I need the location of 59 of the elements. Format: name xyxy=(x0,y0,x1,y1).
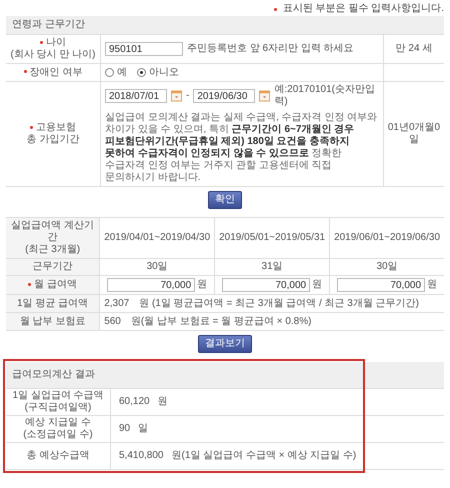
unit-text: 원 xyxy=(312,279,322,291)
section-header: 급여모의계산 결과 xyxy=(6,362,444,388)
field-label: 월 급여액 xyxy=(8,279,98,291)
radio-label: 아니오 xyxy=(149,66,179,78)
section-header: 연령과 근무기간 xyxy=(6,16,444,34)
result-value: 60,120 xyxy=(119,396,150,408)
field-label: 예상 지급일 수 xyxy=(24,417,92,429)
required-note: 표시된 부분은 필수 입력사항입니다. xyxy=(282,3,444,15)
field-label: 월 납부 보험료 xyxy=(18,316,86,328)
field-label: 고용보험 xyxy=(8,122,98,134)
formula-text: 원 (1일 평균급여액 = 최근 3개월 급여액 / 최근 3개월 근무기간) xyxy=(139,298,419,310)
radio-button[interactable] xyxy=(137,68,146,77)
notice-text: 실업급여 모의계산 결과는 실제 수급액, 수급자격 인정 여부와 차이가 있을 수 있으며, 특히 근무기간이 6~7개월인 경우 피보험단위기간(무급휴일 제외) 180일 요건을 충족하지 못하여 수급자격이 인정되지 않을 수 있으므로 정확한 수급자격 인정 여부는 거주지 관할 고용센터에 직접 문의하시기 바랍니다. xyxy=(105,112,378,184)
field-label: 총 예상수급액 xyxy=(26,450,90,462)
salary-input[interactable]: 70,000 xyxy=(337,278,426,292)
field-label: (회사 당시 만 나이) xyxy=(10,49,96,61)
calendar-icon[interactable] xyxy=(171,90,182,102)
field-label: 근무기간 xyxy=(32,261,74,273)
period-text: 2019/05/01~2019/05/31 xyxy=(219,232,326,243)
required-dot-icon xyxy=(274,8,277,10)
workdays-text: 30일 xyxy=(146,261,168,272)
start-date-input[interactable]: 2018/07/01 xyxy=(105,89,167,103)
formula-text: 원(월 납부 보험료 = 월 평균급여 × 0.8%) xyxy=(130,316,312,328)
age-result: 만 24 세 xyxy=(396,43,432,54)
salary-input[interactable]: 70,000 xyxy=(222,278,310,292)
field-label: 총 가입기간 xyxy=(26,134,80,146)
separator-text: - xyxy=(186,90,190,102)
field-label: (소정급여일 수) xyxy=(22,429,94,441)
field-label: (최근 3개월) xyxy=(24,244,82,256)
unit-text: 원 xyxy=(158,396,168,408)
field-label: 1일 실업급여 수급액 xyxy=(11,390,105,402)
unit-text: 일 xyxy=(138,423,148,435)
field-label: 나이 xyxy=(8,37,98,49)
unit-text: 원(1일 실업급여 수급액 × 예상 지급일 수) xyxy=(172,450,356,462)
field-label: 실업급여액 계산기간 xyxy=(10,220,95,244)
daily-average-value: 2,307 xyxy=(104,298,130,310)
field-label: 1일 평균 급여액 xyxy=(16,298,90,310)
premium-value: 560 xyxy=(104,316,121,328)
radio-label: 예 xyxy=(117,66,127,78)
salary-input[interactable]: 70,000 xyxy=(107,278,196,292)
unit-text: 원 xyxy=(197,279,208,291)
period-text: 2019/06/01~2019/06/30 xyxy=(334,232,440,243)
field-label: (구직급여일액) xyxy=(24,402,92,414)
field-label: 장애인 여부 xyxy=(8,66,98,78)
unit-text: 원 xyxy=(427,279,438,291)
calendar-icon[interactable] xyxy=(259,90,270,102)
result-value: 5,410,800 xyxy=(119,450,164,462)
period-text: 2019/04/01~2019/04/30 xyxy=(104,232,210,243)
end-date-input[interactable]: 2019/06/30 xyxy=(193,89,256,103)
example-text: 예:20170101(숫자만입력) xyxy=(274,84,376,108)
workdays-text: 31일 xyxy=(262,261,283,272)
period-result: 01년0개월0일 xyxy=(388,122,440,145)
radio-button[interactable] xyxy=(105,68,114,77)
birthdate-input[interactable]: 950101 xyxy=(105,42,183,56)
result-value: 90 xyxy=(119,423,130,435)
confirm-button[interactable]: 확인 xyxy=(208,191,242,209)
workdays-text: 30일 xyxy=(376,261,398,272)
hint-text: 주민등록번호 앞 6자리만 입력 하세요 xyxy=(187,43,354,55)
result-button[interactable]: 결과보기 xyxy=(198,335,252,353)
